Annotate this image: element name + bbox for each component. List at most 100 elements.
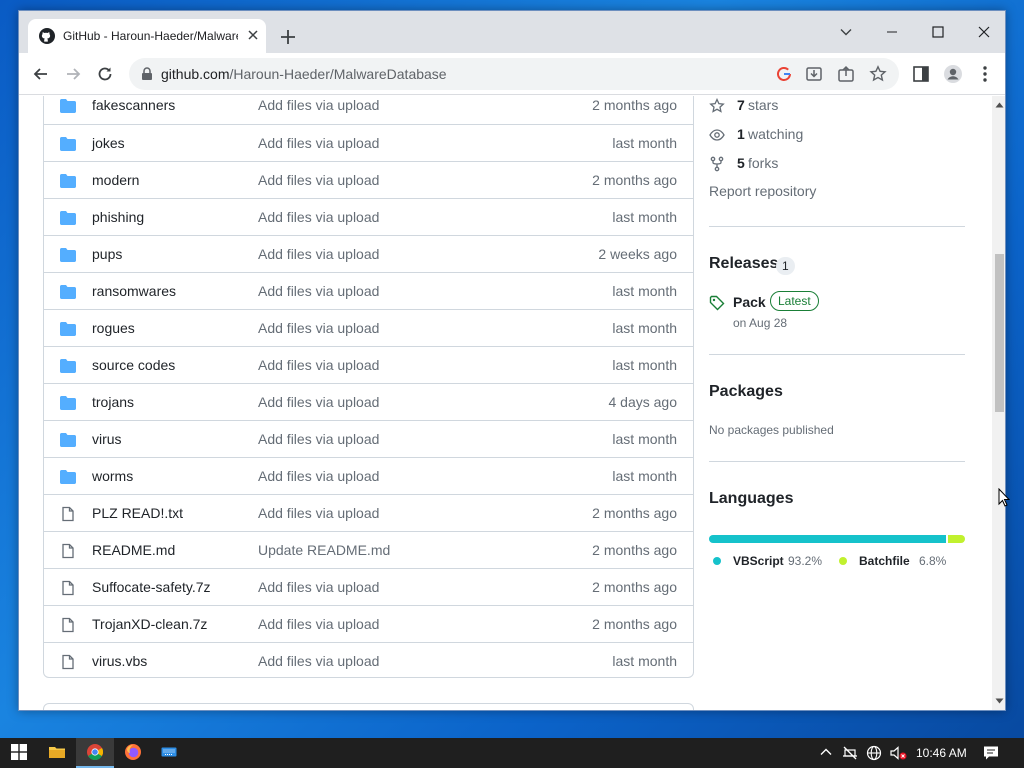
commit-message-link[interactable]: Add files via upload: [258, 209, 379, 225]
show-hidden-icons-chevron-icon[interactable]: [819, 745, 833, 759]
maximize-button[interactable]: [915, 17, 961, 47]
file-name-link[interactable]: fakescanners: [92, 97, 175, 113]
notifications-icon[interactable]: [983, 745, 999, 761]
report-repository-link[interactable]: Report repository: [709, 183, 816, 203]
reload-icon[interactable]: [95, 64, 115, 84]
side-panel-icon[interactable]: [911, 64, 931, 84]
close-window-button[interactable]: [961, 17, 1005, 47]
divider: [709, 226, 965, 227]
file-row[interactable]: PLZ READ!.txt Add files via upload 2 month…: [44, 494, 693, 531]
file-row[interactable]: virus.vbs Add files via upload last month: [44, 642, 693, 677]
release-name[interactable]: Pack: [733, 294, 766, 310]
bookmark-star-icon[interactable]: [869, 65, 887, 83]
file-row[interactable]: TrojanXD-clean.7z Add files via upload 2 m…: [44, 605, 693, 642]
language-percent: 93.2%: [788, 554, 823, 568]
file-name-link[interactable]: PLZ READ!.txt: [92, 505, 183, 521]
commit-message-link[interactable]: Add files via upload: [258, 653, 379, 669]
file-row[interactable]: fakescanners Add files via upload 2 months…: [44, 96, 693, 124]
file-name-link[interactable]: virus: [92, 431, 122, 447]
file-name-link[interactable]: worms: [92, 468, 133, 484]
file-row[interactable]: phishing Add files via upload last month: [44, 198, 693, 235]
network-offline-icon[interactable]: [842, 745, 858, 761]
commit-message-link[interactable]: Add files via upload: [258, 246, 379, 262]
commit-message-link[interactable]: Add files via upload: [258, 135, 379, 151]
file-name-link[interactable]: README.md: [92, 542, 175, 558]
lock-icon[interactable]: [141, 67, 153, 81]
scroll-down-arrow-icon[interactable]: [995, 697, 1004, 705]
page-content: fakescanners Add files via upload 2 months…: [19, 96, 992, 710]
taskbar-firefox[interactable]: [114, 738, 152, 768]
firefox-icon: [125, 744, 141, 760]
commit-message-link[interactable]: Add files via upload: [258, 431, 379, 447]
scrollbar-thumb[interactable]: [995, 254, 1004, 412]
profile-avatar-icon[interactable]: [943, 64, 963, 84]
close-tab-icon[interactable]: [245, 27, 261, 43]
address-bar[interactable]: github.com/Haroun-Haeder/MalwareDatabase: [129, 58, 899, 90]
releases-count: 1: [776, 257, 795, 275]
start-button[interactable]: [0, 738, 38, 768]
commit-message-link[interactable]: Add files via upload: [258, 357, 379, 373]
commit-message-link[interactable]: Add files via upload: [258, 505, 379, 521]
url-path: /Haroun-Haeder/MalwareDatabase: [229, 66, 447, 82]
file-name-link[interactable]: Suffocate-safety.7z: [92, 579, 211, 595]
commit-message-link[interactable]: Add files via upload: [258, 468, 379, 484]
packages-heading[interactable]: Packages: [709, 383, 783, 401]
file-name-link[interactable]: ransomwares: [92, 283, 176, 299]
taskbar-chrome[interactable]: [76, 738, 114, 768]
commit-date: last month: [612, 653, 677, 669]
file-row[interactable]: ransomwares Add files via upload last mont…: [44, 272, 693, 309]
file-name-link[interactable]: trojans: [92, 394, 134, 410]
file-row[interactable]: trojans Add files via upload 4 days ago: [44, 383, 693, 420]
file-row[interactable]: worms Add files via upload last month: [44, 457, 693, 494]
taskbar-keyboard-app[interactable]: [150, 738, 188, 768]
commit-message-link[interactable]: Update README.md: [258, 542, 390, 558]
file-name-link[interactable]: pups: [92, 246, 122, 262]
globe-icon[interactable]: [866, 745, 882, 761]
file-row[interactable]: Suffocate-safety.7z Add files via upload 2…: [44, 568, 693, 605]
tab-search-button[interactable]: [823, 17, 869, 47]
file-list: fakescanners Add files via upload 2 months…: [43, 96, 694, 678]
commit-message-link[interactable]: Add files via upload: [258, 172, 379, 188]
browser-tab[interactable]: GitHub - Haroun-Haeder/MalwareDatabase: [28, 19, 266, 53]
file-row[interactable]: modern Add files via upload 2 months ago: [44, 161, 693, 198]
commit-message-link[interactable]: Add files via upload: [258, 579, 379, 595]
language-percent: 6.8%: [919, 554, 947, 568]
new-tab-icon[interactable]: [277, 26, 299, 48]
commit-message-link[interactable]: Add files via upload: [258, 394, 379, 410]
folder-icon: [60, 322, 76, 336]
page-scrollbar[interactable]: [992, 96, 1005, 710]
file-row[interactable]: virus Add files via upload last month: [44, 420, 693, 457]
scroll-up-arrow-icon[interactable]: [995, 101, 1004, 109]
file-row[interactable]: pups Add files via upload 2 weeks ago: [44, 235, 693, 272]
google-translate-icon[interactable]: [775, 65, 793, 83]
file-name-link[interactable]: TrojanXD-clean.7z: [92, 616, 207, 632]
volume-muted-icon[interactable]: [889, 745, 907, 761]
back-arrow-icon[interactable]: [31, 64, 51, 84]
share-icon[interactable]: [837, 65, 855, 83]
commit-message-link[interactable]: Add files via upload: [258, 320, 379, 336]
commit-message-link[interactable]: Add files via upload: [258, 616, 379, 632]
tab-strip: GitHub - Haroun-Haeder/MalwareDatabase: [19, 11, 1005, 53]
forward-arrow-icon[interactable]: [63, 64, 83, 84]
url-text: github.com/Haroun-Haeder/MalwareDatabase: [161, 66, 447, 82]
commit-message-link[interactable]: Add files via upload: [258, 97, 379, 113]
file-row[interactable]: rogues Add files via upload last month: [44, 309, 693, 346]
file-name-link[interactable]: phishing: [92, 209, 144, 225]
file-name-link[interactable]: source codes: [92, 357, 175, 373]
eye-icon: [709, 129, 725, 141]
file-row[interactable]: source codes Add files via upload last mon…: [44, 346, 693, 383]
file-row[interactable]: README.md Update README.md 2 months ago: [44, 531, 693, 568]
taskbar-file-explorer[interactable]: [38, 738, 76, 768]
commit-message-link[interactable]: Add files via upload: [258, 283, 379, 299]
taskbar-clock[interactable]: 10:46 AM: [916, 746, 967, 760]
menu-dots-icon[interactable]: [975, 64, 995, 84]
file-name-link[interactable]: rogues: [92, 320, 135, 336]
file-name-link[interactable]: modern: [92, 172, 139, 188]
file-name-link[interactable]: virus.vbs: [92, 653, 147, 669]
releases-heading[interactable]: Releases: [709, 255, 778, 273]
file-name-link[interactable]: jokes: [92, 135, 125, 151]
minimize-button[interactable]: [869, 17, 915, 47]
install-app-icon[interactable]: [805, 65, 823, 83]
languages-heading: Languages: [709, 490, 794, 507]
file-row[interactable]: jokes Add files via upload last month: [44, 124, 693, 161]
